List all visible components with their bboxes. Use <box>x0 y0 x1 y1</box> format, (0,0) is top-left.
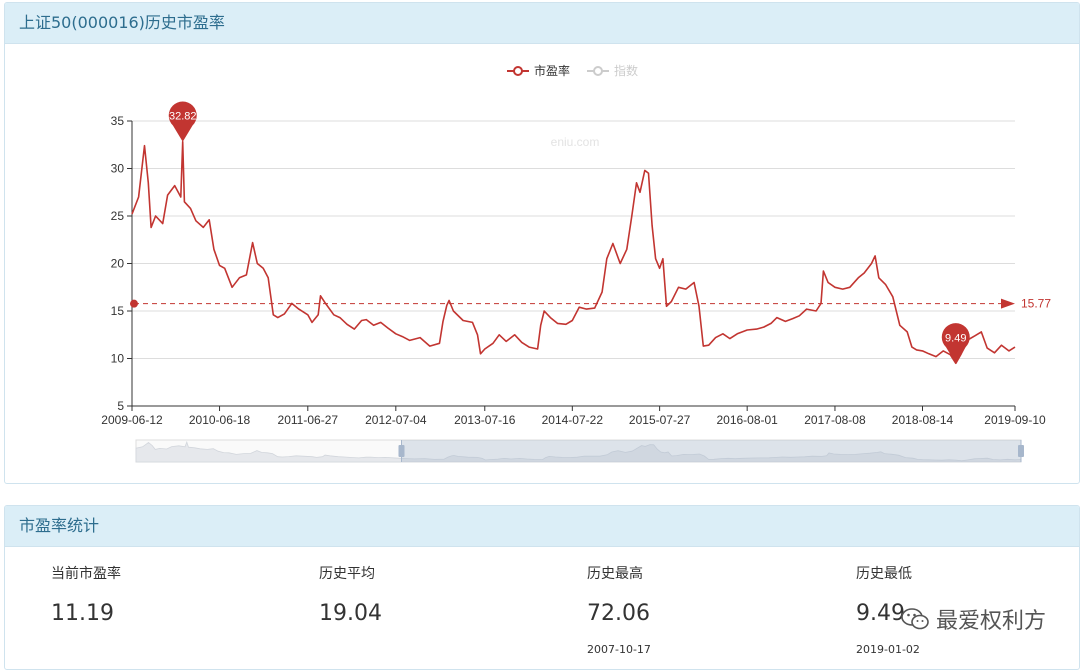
stat-label: 当前市盈率 <box>51 566 121 582</box>
legend-item: 指数 <box>614 63 638 78</box>
series-line-pe <box>131 140 1016 365</box>
stats-panel: 市盈率统计 当前市盈率 11.19 历史平均 19.04 历史最高 72.06 … <box>4 505 1080 670</box>
x-tick-label: 2019-09-10 <box>984 413 1046 427</box>
x-tick-label: 2012-07-04 <box>365 413 427 427</box>
y-tick-label: 30 <box>111 162 125 176</box>
legend-marker <box>513 66 523 76</box>
markpoint-label: 9.49 <box>945 332 966 344</box>
chart-panel-title: 上证50(000016)历史市盈率 <box>5 3 1079 44</box>
stat-label: 历史最低 <box>856 566 912 582</box>
stats-panel-title: 市盈率统计 <box>5 506 1079 547</box>
x-tick-label: 2010-06-18 <box>189 413 251 427</box>
pe-history-chart[interactable]: eniu.com 5 10 15 20 25 30 35 2009-06-12 2010-06-1… <box>5 43 1079 483</box>
x-tick-label: 2013-07-16 <box>454 413 516 427</box>
chart-watermark: eniu.com <box>551 135 600 149</box>
x-tick-label: 2016-08-01 <box>716 413 778 427</box>
stat-value: 9.49 <box>856 601 905 626</box>
x-tick-label: 2014-07-22 <box>542 413 604 427</box>
stat-value: 72.06 <box>587 601 650 626</box>
watermark-text: 最爱权利方 <box>935 609 1046 634</box>
stat-label: 历史最高 <box>587 566 643 582</box>
zoom-handle-right-grip[interactable] <box>1018 445 1024 457</box>
y-tick-label: 25 <box>111 209 125 223</box>
stat-value: 19.04 <box>319 601 382 626</box>
markline-label: 15.77 <box>1021 297 1051 311</box>
x-tick-label: 2018-08-14 <box>892 413 954 427</box>
markline-arrow <box>1001 298 1015 309</box>
y-tick-label: 35 <box>111 114 125 128</box>
stat-date: 2019-01-02 <box>856 643 920 656</box>
watermark: 最爱权利方 <box>900 603 1046 635</box>
zoom-window <box>401 440 1021 462</box>
stat-value: 11.19 <box>51 601 114 626</box>
chart-panel: 上证50(000016)历史市盈率 eniu.com 5 10 15 20 25 30 35 2… <box>4 2 1080 484</box>
x-tick-label: 2015-07-27 <box>629 413 691 427</box>
x-tick-label: 2011-06-27 <box>278 413 339 427</box>
y-tick-label: 20 <box>111 257 125 271</box>
y-tick-label: 15 <box>111 304 125 318</box>
stat-label: 历史平均 <box>319 566 375 582</box>
markpoint-label: 32.82 <box>169 111 197 123</box>
y-tick-label: 5 <box>117 399 124 413</box>
x-tick-label: 2017-08-08 <box>804 413 866 427</box>
stat-date: 2007-10-17 <box>587 643 651 656</box>
x-tick-label: 2009-06-12 <box>101 413 163 427</box>
zoom-handle-left-grip[interactable] <box>398 445 405 457</box>
wechat-icon <box>901 608 929 630</box>
legend-item: 市盈率 <box>534 63 570 78</box>
y-tick-label: 10 <box>111 352 125 366</box>
legend-marker <box>593 66 603 76</box>
